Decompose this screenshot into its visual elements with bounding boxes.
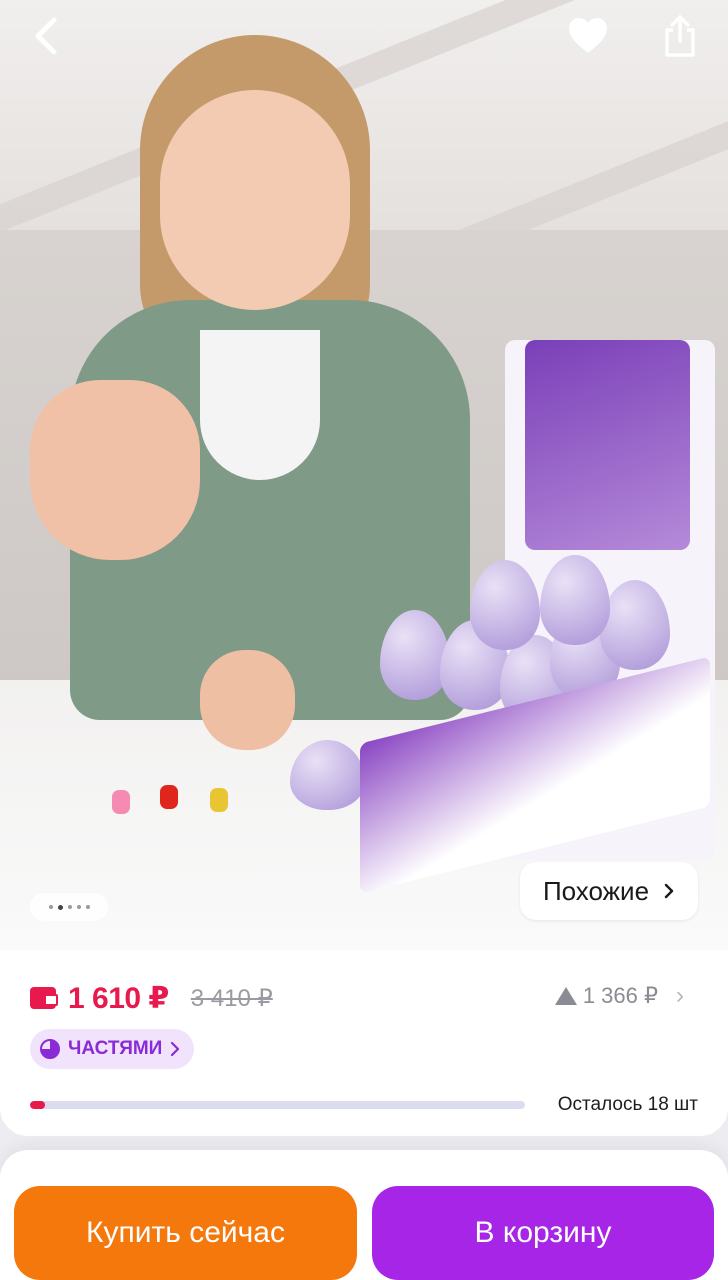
heart-icon <box>569 18 607 53</box>
pie-chart-icon <box>40 1039 60 1059</box>
chevron-left-icon <box>35 17 57 55</box>
gallery-pagination <box>30 893 108 921</box>
chevron-right-icon: › <box>676 982 684 1009</box>
back-button[interactable] <box>24 14 68 58</box>
chevron-right-icon <box>171 1041 180 1057</box>
product-image-gallery[interactable]: Похожие <box>0 0 728 950</box>
photo-child-face <box>160 90 350 310</box>
pagination-dot <box>76 905 81 909</box>
stock-remaining: Осталось 18 шт <box>557 1094 698 1115</box>
installments-badge[interactable]: ЧАСТЯМИ <box>30 1029 195 1069</box>
wallet-icon <box>30 987 58 1009</box>
alt-price: 1 366 ₽ <box>582 983 658 1008</box>
add-to-cart-button[interactable]: В корзину <box>372 1186 714 1280</box>
photo-child-hand <box>30 380 200 560</box>
triangle-icon <box>554 987 577 1005</box>
alt-price-link[interactable]: 1 366 ₽ › <box>554 982 684 1010</box>
share-button[interactable] <box>658 14 702 58</box>
installments-label: ЧАСТЯМИ <box>68 1038 163 1059</box>
pagination-dot <box>48 905 53 909</box>
similar-label: Похожие <box>542 875 650 906</box>
stock-progress-bar <box>30 1101 525 1109</box>
pagination-dot <box>67 905 72 909</box>
old-price: 3 410 ₽ <box>190 984 273 1012</box>
similar-products-button[interactable]: Похожие <box>520 862 698 920</box>
current-price: 1 610 ₽ <box>68 981 169 1015</box>
share-icon <box>665 15 695 57</box>
pagination-dot-active <box>57 904 63 910</box>
price-row: 1 610 ₽ 3 410 ₽ <box>30 980 273 1016</box>
favorite-button[interactable] <box>566 14 610 58</box>
pagination-dot <box>85 905 90 909</box>
buy-now-button[interactable]: Купить сейчас <box>14 1186 357 1280</box>
chevron-right-icon <box>664 883 674 899</box>
stock-progress-fill <box>30 1101 45 1109</box>
